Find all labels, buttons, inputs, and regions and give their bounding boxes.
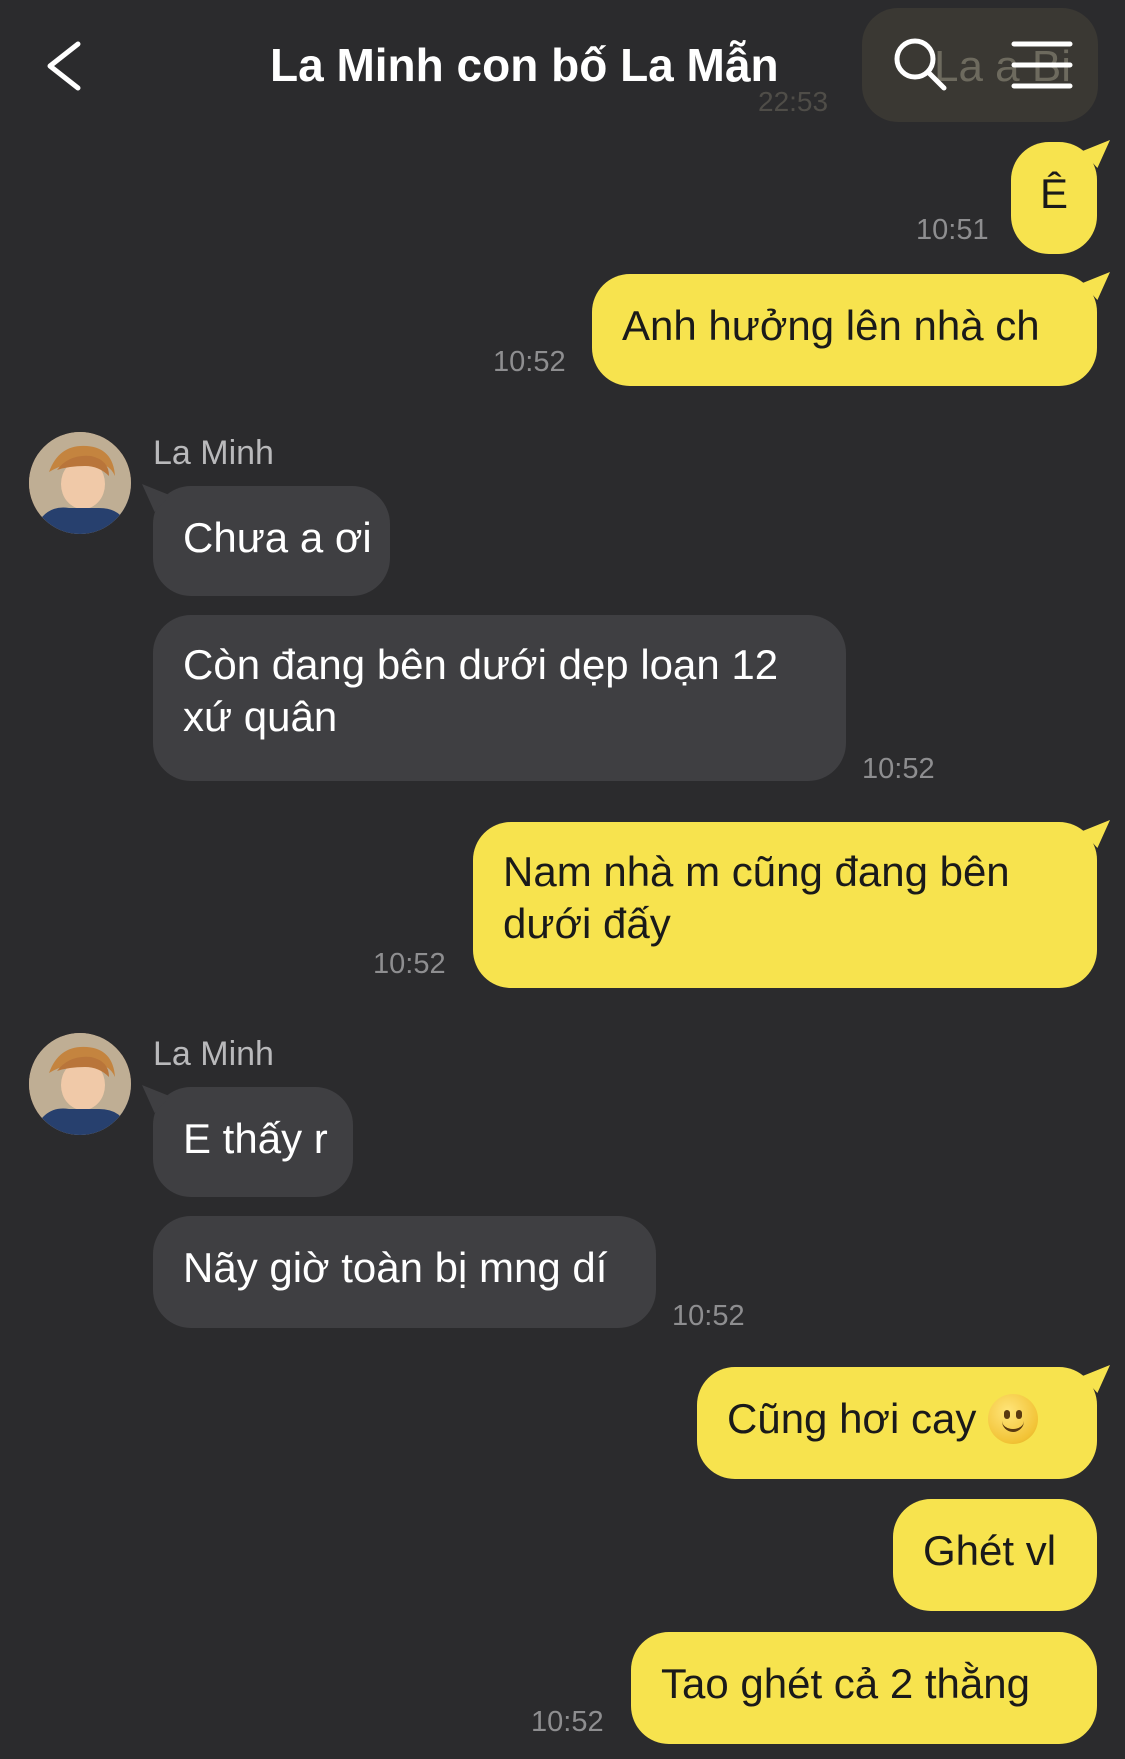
message-time: 10:51	[916, 214, 989, 246]
message-time: 10:52	[373, 948, 446, 980]
received-message-bubble[interactable]: Chưa a ơi	[153, 486, 390, 596]
avatar-photo	[29, 1033, 131, 1135]
message-text: Cũng hơi cay	[727, 1395, 977, 1442]
received-message-bubble[interactable]: Nãy giờ toàn bị mng dí	[153, 1216, 656, 1328]
avatar-photo	[29, 432, 131, 534]
message-time: 10:52	[531, 1706, 604, 1738]
slightly-smiling-face-icon	[988, 1393, 1039, 1444]
message-time: 10:52	[672, 1300, 745, 1332]
received-message-bubble[interactable]: E thấy r	[153, 1087, 353, 1197]
sent-message-bubble[interactable]: Nam nhà m cũng đang bên dưới đấy	[473, 822, 1097, 988]
search-icon	[894, 38, 947, 91]
received-message-bubble[interactable]: Còn đang bên dưới dẹp loạn 12 xứ quân	[153, 615, 846, 781]
sent-message-bubble[interactable]: Cũng hơi cay	[697, 1367, 1097, 1479]
chat-header: La a Bi 22:53 La Minh con bố La Mẫn	[0, 0, 1125, 130]
sent-message-bubble[interactable]: Ê	[1011, 142, 1097, 254]
sent-message-bubble[interactable]: Tao ghét cả 2 thằng	[631, 1632, 1097, 1744]
sender-name: La Minh	[153, 434, 274, 472]
chat-screen: La a Bi 22:53 La Minh con bố La Mẫn 10:5…	[0, 0, 1125, 1759]
sent-message-bubble[interactable]: Anh hưởng lên nhà ch	[592, 274, 1097, 386]
avatar[interactable]	[29, 432, 131, 534]
sent-message-bubble[interactable]: Ghét vl	[893, 1499, 1097, 1611]
search-button[interactable]	[890, 34, 950, 94]
back-button[interactable]	[40, 36, 100, 96]
message-time: 10:52	[493, 346, 566, 378]
avatar[interactable]	[29, 1033, 131, 1135]
menu-button[interactable]	[1010, 38, 1074, 92]
sender-name: La Minh	[153, 1035, 274, 1073]
chevron-left-icon	[47, 41, 81, 91]
hamburger-menu-icon	[1011, 41, 1073, 89]
message-time: 10:52	[862, 753, 935, 785]
chat-title: La Minh con bố La Mẫn	[270, 39, 779, 91]
